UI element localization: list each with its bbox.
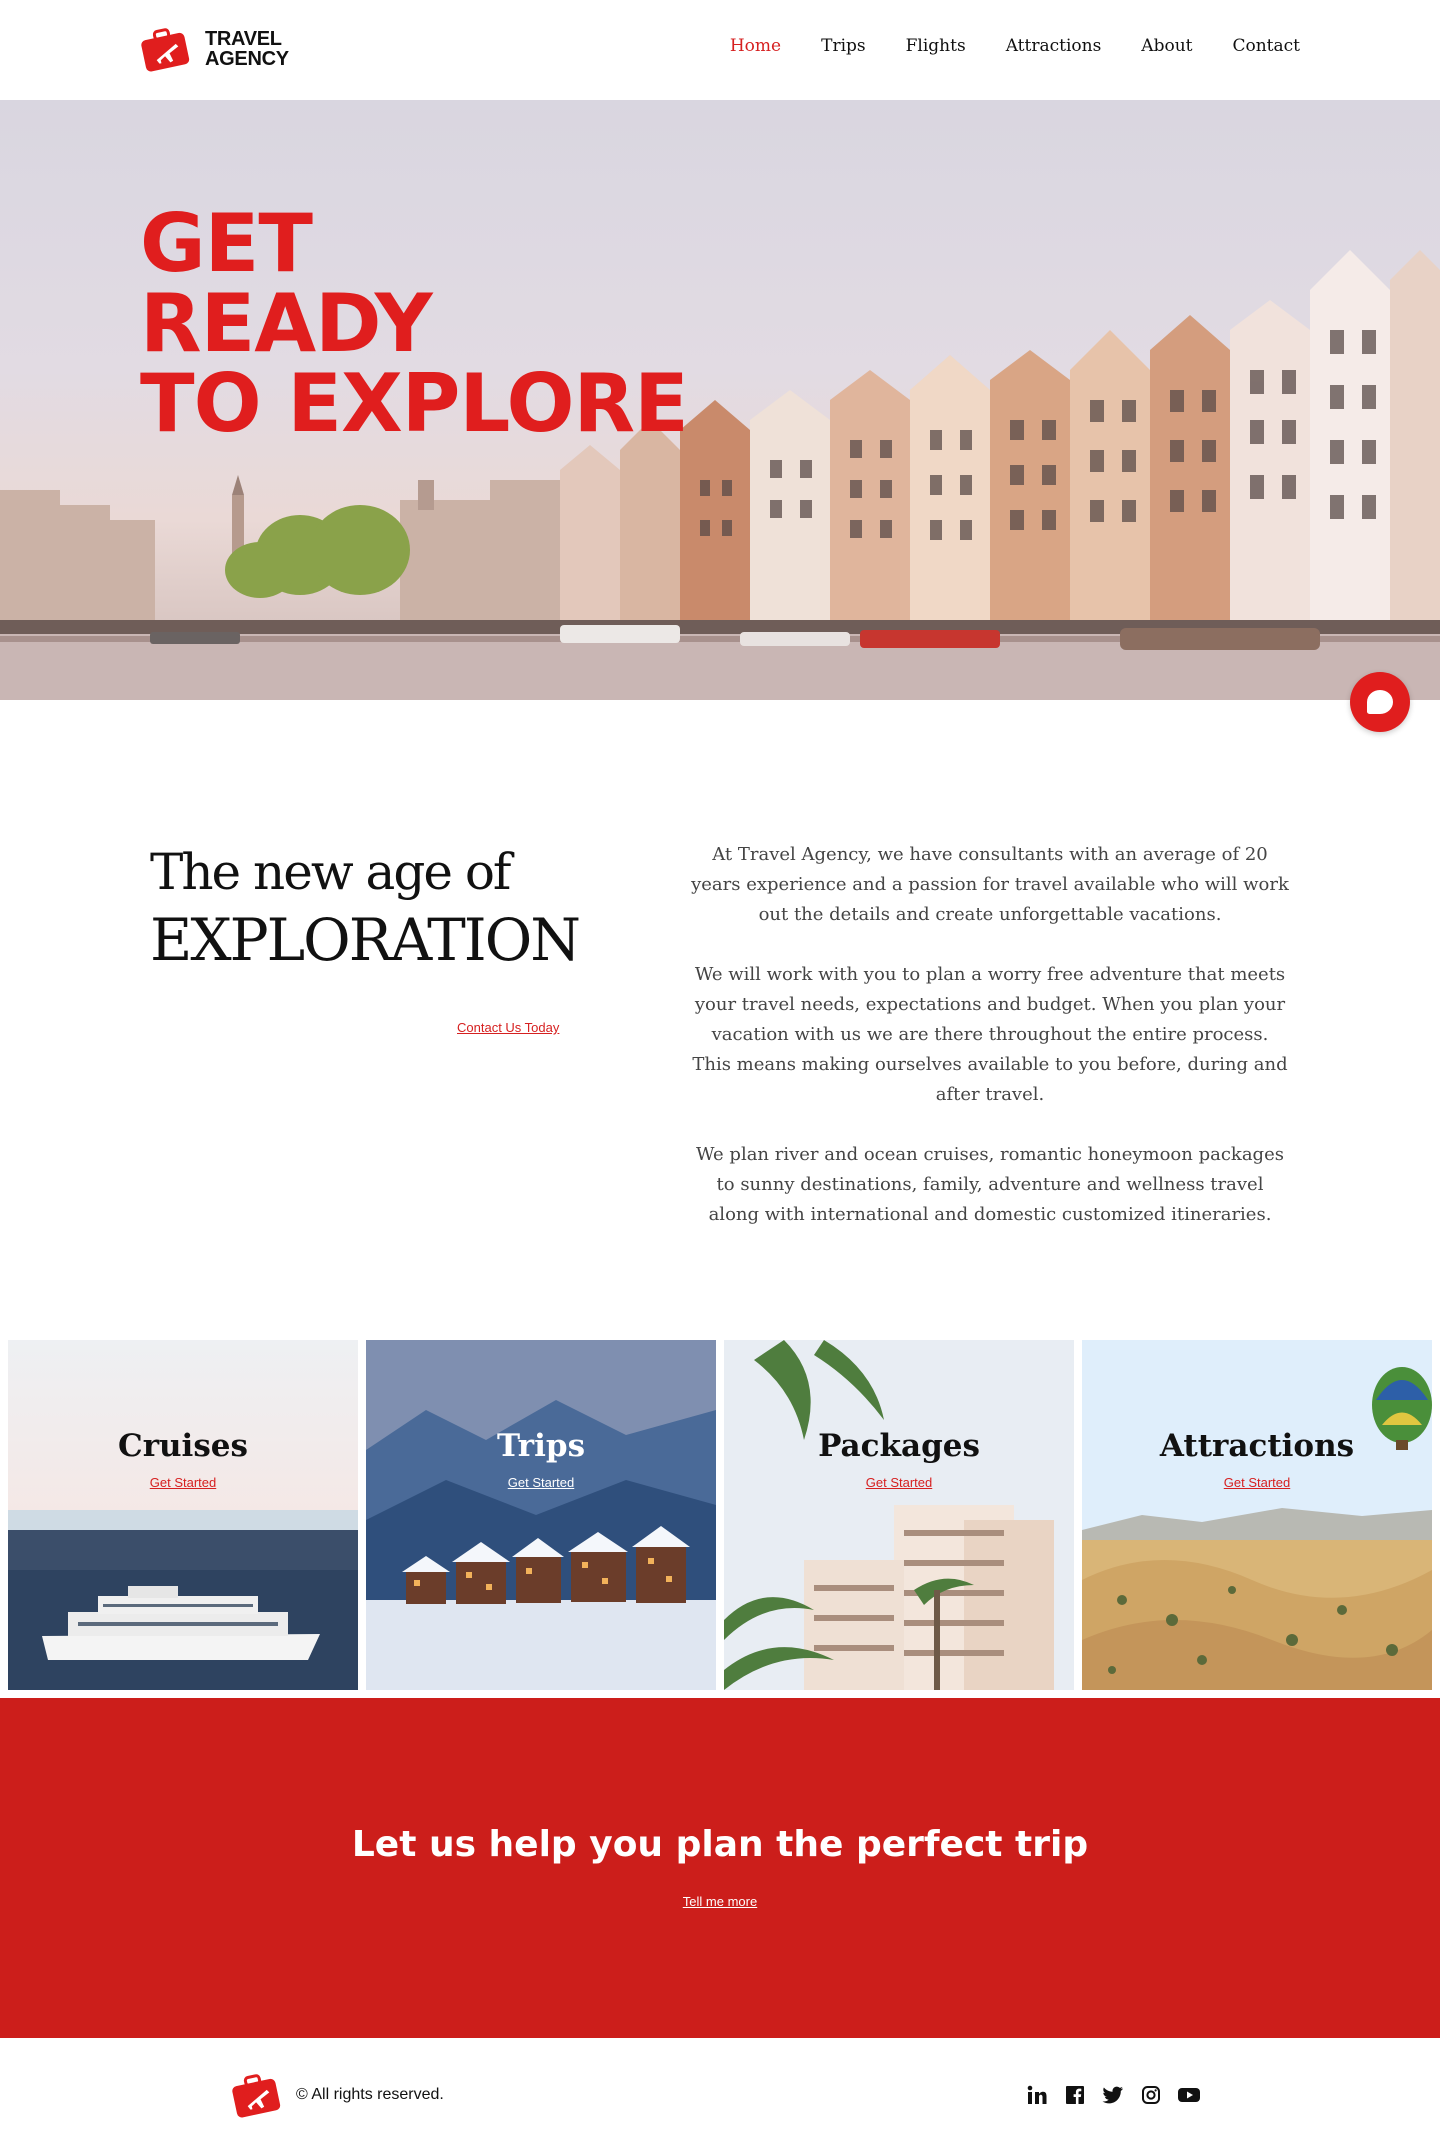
get-started-link[interactable]: Get Started bbox=[1082, 1475, 1432, 1490]
site-footer: © All rights reserved. bbox=[0, 2038, 1440, 2150]
snowy-village-image bbox=[366, 1340, 716, 1690]
suitcase-plane-logo-icon bbox=[141, 28, 190, 72]
nav-flights[interactable]: Flights bbox=[906, 36, 966, 56]
about-heading-line2: EXPLORATION bbox=[150, 906, 581, 974]
cta-heading: Let us help you plan the perfect trip bbox=[351, 1824, 1089, 1865]
get-started-link[interactable]: Get Started bbox=[724, 1475, 1074, 1490]
nav-contact[interactable]: Contact bbox=[1232, 36, 1300, 56]
twitter-icon[interactable] bbox=[1102, 2084, 1124, 2106]
tile-attractions[interactable]: Attractions Get Started bbox=[1082, 1340, 1432, 1690]
tile-title: Packages bbox=[818, 1428, 980, 1464]
chat-bubble-icon bbox=[1367, 690, 1393, 714]
instagram-icon[interactable] bbox=[1140, 2084, 1162, 2106]
brand-logo[interactable]: TRAVEL AGENCY bbox=[139, 26, 289, 72]
contact-us-link[interactable]: Contact Us Today bbox=[457, 1020, 559, 1035]
get-started-link[interactable]: Get Started bbox=[8, 1475, 358, 1490]
youtube-icon[interactable] bbox=[1178, 2084, 1200, 2106]
tell-me-more-link[interactable]: Tell me more bbox=[0, 1894, 1440, 1909]
resort-hotel-image bbox=[724, 1340, 1074, 1690]
main-nav: Home Trips Flights Attractions About Con… bbox=[690, 36, 1300, 56]
hero-heading: GET READY TO EXPLORE bbox=[140, 197, 689, 450]
site-header: TRAVEL AGENCY Home Trips Flights Attract… bbox=[0, 0, 1440, 100]
brand-name-line2: AGENCY bbox=[205, 48, 289, 70]
about-heading: The new age of EXPLORATION bbox=[150, 840, 581, 976]
social-links bbox=[1026, 2084, 1200, 2106]
service-tiles: Cruises Get Started Trips Get Started Pa… bbox=[8, 1340, 1432, 1690]
nav-about[interactable]: About bbox=[1141, 36, 1192, 56]
hot-air-balloon-hills-image bbox=[1082, 1340, 1432, 1690]
brand-name-line1: TRAVEL bbox=[205, 28, 282, 50]
tile-title: Trips bbox=[496, 1428, 586, 1464]
hero-heading-line3: TO EXPLORE bbox=[140, 357, 689, 450]
tile-packages[interactable]: Packages Get Started bbox=[724, 1340, 1074, 1690]
tile-title: Cruises bbox=[118, 1428, 248, 1464]
about-heading-line1: The new age of bbox=[150, 843, 511, 901]
linkedin-icon[interactable] bbox=[1026, 2084, 1048, 2106]
hero-heading-line2: READY bbox=[140, 277, 433, 370]
tile-cruises[interactable]: Cruises Get Started bbox=[8, 1340, 358, 1690]
get-started-link[interactable]: Get Started bbox=[366, 1475, 716, 1490]
facebook-icon[interactable] bbox=[1064, 2084, 1086, 2106]
chat-button[interactable] bbox=[1350, 672, 1410, 732]
nav-home[interactable]: Home bbox=[730, 36, 781, 56]
hero-banner: GET READY TO EXPLORE bbox=[0, 100, 1440, 700]
about-text: At Travel Agency, we have consultants wi… bbox=[690, 840, 1290, 1260]
copyright-text: © All rights reserved. bbox=[296, 2086, 444, 2103]
about-paragraph: At Travel Agency, we have consultants wi… bbox=[691, 844, 1289, 925]
brand-name: TRAVEL AGENCY bbox=[205, 29, 289, 69]
about-paragraph: We plan river and ocean cruises, romanti… bbox=[696, 1144, 1284, 1225]
nav-trips[interactable]: Trips bbox=[821, 36, 866, 56]
cruise-ship-image bbox=[8, 1340, 358, 1690]
about-paragraph: We will work with you to plan a worry fr… bbox=[692, 964, 1288, 1105]
cta-banner: Let us help you plan the perfect trip Te… bbox=[0, 1698, 1440, 2038]
tile-trips[interactable]: Trips Get Started bbox=[366, 1340, 716, 1690]
nav-attractions[interactable]: Attractions bbox=[1006, 36, 1102, 56]
hero-heading-line1: GET bbox=[140, 197, 313, 290]
tile-title: Attractions bbox=[1159, 1428, 1355, 1464]
suitcase-plane-logo-icon[interactable] bbox=[230, 2072, 284, 2118]
